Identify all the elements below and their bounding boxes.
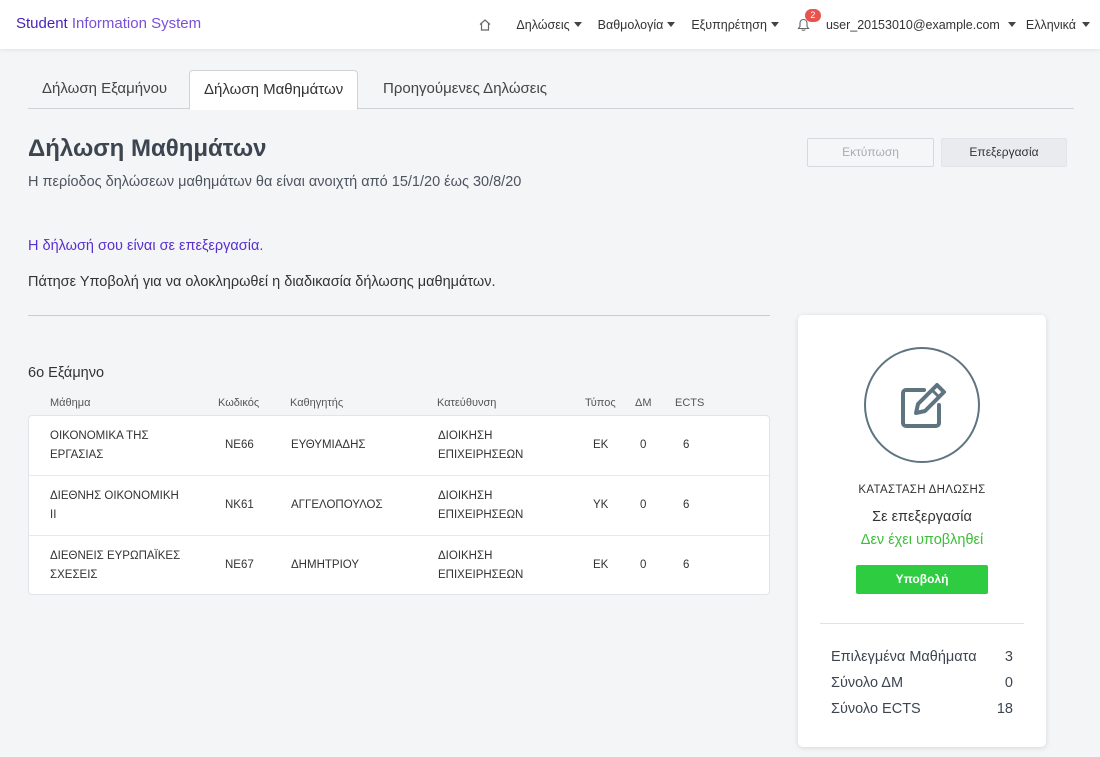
column-header-direction: Κατεύθυνση (437, 397, 497, 409)
course-name-line2: ΙΙ (50, 509, 57, 521)
course-name-line1: ΔΙΕΘΝΕΙΣ ΕΥΡΩΠΑΪΚΕΣ (50, 550, 181, 562)
course-code: ΝΕ66 (225, 439, 254, 451)
nav-right: Δηλώσεις Βαθμολογία Εξυπηρέτηση 2 user_2… (462, 0, 1090, 49)
course-name-line2: ΣΧΕΣΕΙΣ (50, 569, 98, 581)
course-direction-line2: ΕΠΙΧΕΙΡΗΣΕΩΝ (438, 509, 524, 521)
course-direction: ΔΙΟΙΚΗΣΗ ΕΠΙΧΕΙΡΗΣΕΩΝ (438, 547, 523, 585)
course-name: ΔΙΕΘΝΗΣ ΟΙΚΟΝΟΜΙΚΗ ΙΙ (50, 487, 179, 525)
column-header-code: Κωδικός (218, 397, 260, 409)
course-direction-line1: ΔΙΟΙΚΗΣΗ (438, 430, 493, 442)
notification-badge: 2 (804, 8, 821, 22)
column-header-professor: Καθηγητής (290, 397, 344, 409)
tab-course-declaration[interactable]: Δήλωση Μαθημάτων (189, 70, 359, 110)
language-menu[interactable]: Ελληνικά (1026, 18, 1090, 32)
divider (28, 315, 770, 316)
courses-table: ΟΙΚΟΝΟΜΙΚΑ ΤΗΣ ΕΡΓΑΣΙΑΣ ΝΕ66 ΕΥΘΥΜΙΑΔΗΣ … (28, 415, 770, 595)
chevron-down-icon (573, 22, 582, 27)
brand-part2: Information System (67, 15, 202, 32)
menu-declarations[interactable]: Δηλώσεις (516, 17, 582, 32)
top-navbar: Student Information System Δηλώσεις Βαθμ… (0, 0, 1100, 49)
status-card-state: Σε επεξεργασία (872, 509, 972, 525)
course-dm: 0 (640, 559, 647, 571)
status-card-substate: Δεν έχει υποβληθεί (860, 532, 984, 548)
menu-grades-label: Βαθμολογία (597, 17, 664, 32)
course-dm: 0 (640, 439, 647, 451)
summary-value-total-dm: 0 (1004, 675, 1013, 691)
course-direction-line2: ΕΠΙΧΕΙΡΗΣΕΩΝ (438, 449, 524, 461)
tab-previous-declarations[interactable]: Προηγούμενες Δηλώσεις (369, 70, 561, 109)
page-title: Δήλωση Μαθημάτων (28, 135, 267, 162)
course-type: ΥΚ (593, 499, 609, 511)
user-menu[interactable]: user_20153010@example.com (826, 18, 1016, 32)
edit-button[interactable]: Επεξεργασία (941, 138, 1067, 167)
summary-label-total-ects: Σύνολο ECTS (831, 701, 921, 717)
column-header-dm: ΔΜ (635, 397, 652, 409)
status-message: Η δήλωσή σου είναι σε επεξεργασία. (28, 238, 264, 254)
course-code: ΝΕ67 (225, 559, 254, 571)
summary-value-total-ects: 18 (996, 701, 1013, 717)
course-direction-line1: ΔΙΟΙΚΗΣΗ (438, 490, 493, 502)
table-row[interactable]: ΔΙΕΘΝΕΙΣ ΕΥΡΩΠΑΪΚΕΣ ΣΧΕΣΕΙΣ ΝΕ67 ΔΗΜΗΤΡΙ… (29, 535, 769, 595)
print-button[interactable]: Εκτύπωση (807, 138, 934, 167)
column-header-type: Τύπος (585, 397, 616, 409)
chevron-down-icon (1007, 22, 1016, 27)
brand-part1: Student (16, 15, 68, 32)
course-code: ΝΚ61 (225, 499, 254, 511)
status-card-label: ΚΑΤΑΣΤΑΣΗ ΔΗΛΩΣΗΣ (858, 484, 986, 496)
course-type: ΕΚ (593, 439, 609, 451)
tabs-bar: Δήλωση Εξαμήνου Δήλωση Μαθημάτων Προηγού… (28, 70, 1074, 110)
home-icon[interactable] (478, 18, 492, 32)
semester-heading: 6ο Εξάμηνο (28, 365, 105, 381)
column-header-ects: ECTS (675, 397, 705, 409)
course-name-line1: ΟΙΚΟΝΟΜΙΚΑ ΤΗΣ (50, 430, 149, 442)
column-header-course: Μάθημα (50, 397, 91, 409)
course-name: ΔΙΕΘΝΕΙΣ ΕΥΡΩΠΑΪΚΕΣ ΣΧΕΣΕΙΣ (50, 547, 180, 585)
divider (820, 623, 1024, 624)
course-name-line1: ΔΙΕΘΝΗΣ ΟΙΚΟΝΟΜΙΚΗ (50, 490, 179, 502)
course-name: ΟΙΚΟΝΟΜΙΚΑ ΤΗΣ ΕΡΓΑΣΙΑΣ (50, 427, 149, 465)
declaration-status-card: ΚΑΤΑΣΤΑΣΗ ΔΗΛΩΣΗΣ Σε επεξεργασία Δεν έχε… (798, 315, 1046, 747)
summary-label-total-dm: Σύνολο ΔΜ (831, 675, 904, 691)
chevron-down-icon (1082, 22, 1090, 27)
menu-service[interactable]: Εξυπηρέτηση (691, 18, 779, 32)
course-name-line2: ΕΡΓΑΣΙΑΣ (50, 449, 104, 461)
summary-label-selected-courses: Επιλεγμένα Μαθήματα (831, 649, 977, 665)
course-direction-line2: ΕΠΙΧΕΙΡΗΣΕΩΝ (438, 569, 524, 581)
menu-service-label: Εξυπηρέτηση (691, 17, 767, 32)
course-direction-line1: ΔΙΟΙΚΗΣΗ (438, 550, 493, 562)
course-professor: ΕΥΘΥΜΙΑΔΗΣ (291, 439, 366, 451)
course-ects: 6 (683, 499, 690, 511)
chevron-down-icon (770, 22, 779, 27)
course-ects: 6 (683, 559, 690, 571)
course-direction: ΔΙΟΙΚΗΣΗ ΕΠΙΧΕΙΡΗΣΕΩΝ (438, 427, 523, 465)
menu-declarations-label: Δηλώσεις (516, 17, 570, 32)
submit-button[interactable]: Υποβολή (856, 565, 988, 594)
course-professor: ΑΓΓΕΛΟΠΟΥΛΟΣ (291, 499, 383, 511)
course-direction: ΔΙΟΙΚΗΣΗ ΕΠΙΧΕΙΡΗΣΕΩΝ (438, 487, 523, 525)
edit-icon (864, 347, 980, 463)
course-type: ΕΚ (593, 559, 609, 571)
language-label: Ελληνικά (1025, 17, 1076, 32)
instruction-text: Πάτησε Υποβολή για να ολοκληρωθεί η διαδ… (28, 274, 496, 290)
course-dm: 0 (640, 499, 647, 511)
course-ects: 6 (683, 439, 690, 451)
menu-grades[interactable]: Βαθμολογία (598, 18, 676, 32)
table-row[interactable]: ΔΙΕΘΝΗΣ ΟΙΚΟΝΟΜΙΚΗ ΙΙ ΝΚ61 ΑΓΓΕΛΟΠΟΥΛΟΣ … (29, 475, 769, 535)
brand-logo[interactable]: Student Information System (16, 15, 201, 32)
table-row[interactable]: ΟΙΚΟΝΟΜΙΚΑ ΤΗΣ ΕΡΓΑΣΙΑΣ ΝΕ66 ΕΥΘΥΜΙΑΔΗΣ … (29, 416, 769, 476)
chevron-down-icon (667, 22, 676, 27)
user-email: user_20153010@example.com (825, 17, 1000, 32)
course-professor: ΔΗΜΗΤΡΙΟΥ (291, 559, 360, 571)
notifications-bell-icon[interactable]: 2 (797, 8, 821, 32)
declaration-period: Η περίοδος δηλώσεων μαθημάτων θα είναι α… (28, 174, 522, 190)
summary-value-selected-courses: 3 (1004, 649, 1013, 665)
tab-semester-declaration[interactable]: Δήλωση Εξαμήνου (28, 70, 181, 109)
